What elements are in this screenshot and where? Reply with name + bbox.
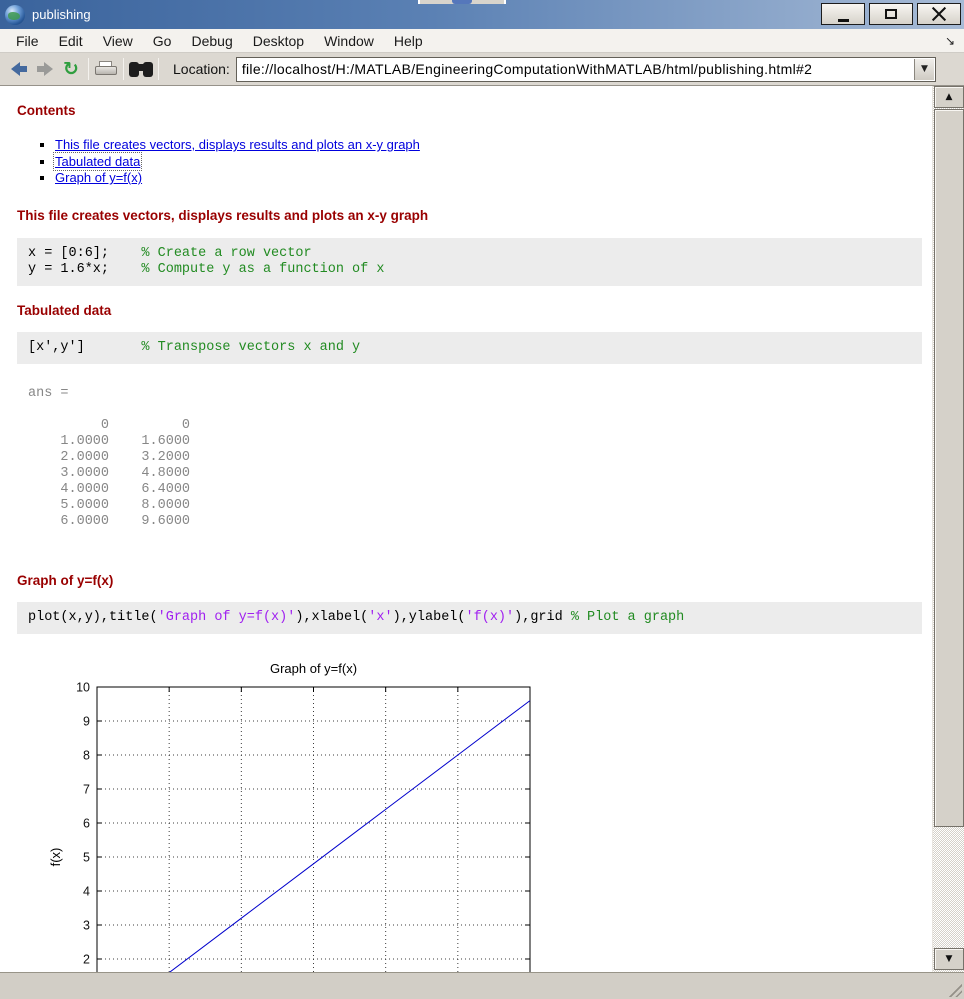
- printer-icon: [95, 61, 117, 77]
- scrollbar-up-button[interactable]: ▲: [934, 86, 964, 108]
- maximize-icon: [885, 9, 897, 19]
- section-heading-3: Graph of y=f(x): [17, 572, 930, 589]
- binoculars-icon: [129, 62, 153, 77]
- app-window: publishing File Edit View Go Debug Deskt…: [0, 0, 964, 999]
- window-title: publishing: [32, 7, 91, 22]
- bottom-status-bar: [0, 972, 964, 999]
- refresh-button[interactable]: ↻: [58, 57, 84, 81]
- location-label: Location:: [173, 61, 230, 77]
- code-block-3: plot(x,y),title('Graph of y=f(x)'),xlabe…: [17, 602, 922, 634]
- location-field: ▼: [236, 57, 936, 82]
- plot-ytick-label: 3: [83, 918, 90, 932]
- plot-ytick-label: 2: [83, 952, 90, 966]
- menu-item-debug[interactable]: Debug: [181, 31, 242, 51]
- plot-canvas: 012345678910Graph of y=f(x)f(x): [40, 656, 580, 973]
- code-comment: % Create a row vector: [141, 246, 311, 261]
- minimize-button[interactable]: [821, 3, 865, 25]
- menu-bar: File Edit View Go Debug Desktop Window H…: [0, 29, 964, 53]
- close-icon: [931, 6, 947, 22]
- code-comment: % Plot a graph: [571, 610, 684, 625]
- app-globe-icon: [5, 5, 25, 25]
- toc-item: Graph of y=f(x): [55, 170, 930, 187]
- background-window-button-fragment: [452, 0, 472, 4]
- code-comment: % Compute y as a function of x: [141, 262, 384, 277]
- forward-button[interactable]: [32, 57, 58, 81]
- toc-list: This file creates vectors, displays resu…: [17, 137, 930, 187]
- plot-ytick-label: 7: [83, 782, 90, 796]
- code-string: 'x': [368, 610, 392, 625]
- plot-ytick-label: 10: [76, 680, 90, 694]
- title-bar[interactable]: publishing: [0, 0, 964, 29]
- find-button[interactable]: [128, 57, 154, 81]
- code-block-1: x = [0:6]; % Create a row vector y = 1.6…: [17, 238, 922, 286]
- toolbar-separator: [88, 58, 89, 80]
- plot-title: Graph of y=f(x): [270, 661, 357, 676]
- resize-grip[interactable]: [947, 982, 962, 997]
- plot-figure: 012345678910Graph of y=f(x)f(x): [40, 656, 580, 973]
- maximize-button[interactable]: [869, 3, 913, 25]
- code-text: [x',y']: [28, 340, 141, 355]
- forward-icon: [37, 62, 53, 76]
- back-icon: [11, 62, 27, 76]
- scrollbar-thumb[interactable]: [934, 109, 964, 827]
- code-text: x = [0:6];: [28, 246, 141, 261]
- code-text: ),grid: [514, 610, 571, 625]
- code-text: y = 1.6*x;: [28, 262, 141, 277]
- scrollbar[interactable]: ▲ ▼: [932, 86, 964, 972]
- toc-link-tabulated-data[interactable]: Tabulated data: [55, 154, 140, 169]
- plot-background: [97, 687, 530, 973]
- scrollbar-down-button[interactable]: ▼: [934, 948, 964, 970]
- menu-item-help[interactable]: Help: [384, 31, 433, 51]
- toc-link-graph[interactable]: Graph of y=f(x): [55, 170, 142, 185]
- print-button[interactable]: [93, 57, 119, 81]
- toc-item: This file creates vectors, displays resu…: [55, 137, 930, 154]
- menu-item-window[interactable]: Window: [314, 31, 384, 51]
- section-heading-2: Tabulated data: [17, 302, 930, 319]
- menu-item-edit[interactable]: Edit: [49, 31, 93, 51]
- menu-item-desktop[interactable]: Desktop: [243, 31, 314, 51]
- code-string: 'f(x)': [466, 610, 515, 625]
- code-block-2: [x',y'] % Transpose vectors x and y: [17, 332, 922, 364]
- code-comment: % Transpose vectors x and y: [141, 340, 360, 355]
- menu-item-file[interactable]: File: [6, 31, 49, 51]
- toc-item: Tabulated data: [55, 154, 930, 171]
- back-button[interactable]: [6, 57, 32, 81]
- dropdown-arrow-icon: ▼: [921, 64, 928, 74]
- code-string: 'Graph of y=f(x)': [158, 610, 296, 625]
- toolbar-separator: [123, 58, 124, 80]
- menu-item-view[interactable]: View: [93, 31, 143, 51]
- menu-item-go[interactable]: Go: [143, 31, 182, 51]
- location-input[interactable]: [237, 58, 935, 81]
- close-button[interactable]: [917, 3, 961, 25]
- plot-ylabel: f(x): [48, 847, 63, 866]
- location-dropdown-button[interactable]: ▼: [914, 59, 934, 80]
- undock-arrow-icon[interactable]: ↘: [945, 34, 955, 48]
- plot-ytick-label: 8: [83, 748, 90, 762]
- refresh-icon: ↻: [63, 60, 79, 79]
- code-text: ),xlabel(: [295, 610, 368, 625]
- section-heading-1: This file creates vectors, displays resu…: [17, 207, 930, 224]
- code-text: ),ylabel(: [393, 610, 466, 625]
- plot-ytick-label: 6: [83, 816, 90, 830]
- plot-ytick-label: 4: [83, 884, 90, 898]
- page-content: Contents This file creates vectors, disp…: [0, 86, 930, 972]
- contents-heading: Contents: [17, 102, 930, 119]
- plot-ytick-label: 9: [83, 714, 90, 728]
- toc-link-intro[interactable]: This file creates vectors, displays resu…: [55, 137, 420, 152]
- toolbar-separator: [158, 58, 159, 80]
- output-block: ans = 0 0 1.0000 1.6000 2.0000 3.2000 3.…: [28, 386, 930, 530]
- minimize-icon: [838, 19, 849, 22]
- code-text: plot(x,y),title(: [28, 610, 158, 625]
- toolbar: ↻ Location: ▼: [0, 53, 964, 86]
- window-controls: [821, 3, 961, 25]
- plot-ytick-label: 5: [83, 850, 90, 864]
